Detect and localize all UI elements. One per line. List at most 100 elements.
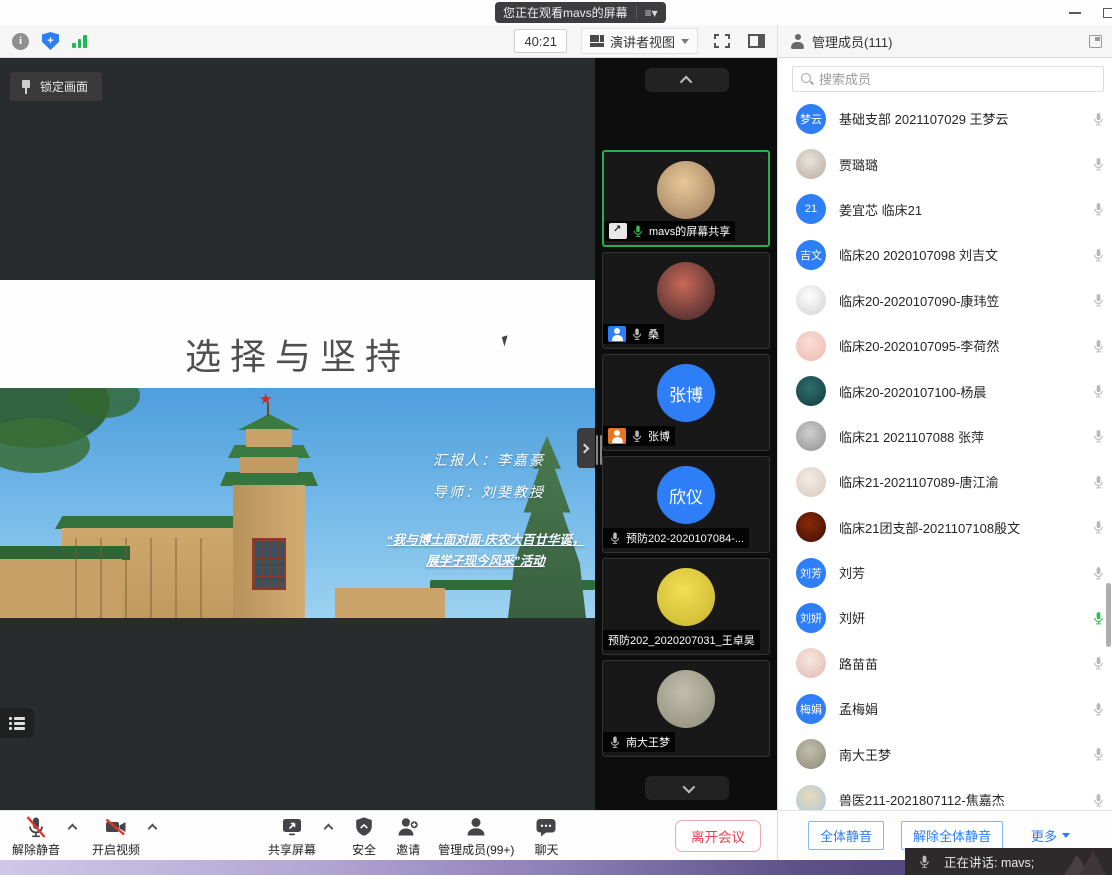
member-name: 路苗苗 (839, 654, 878, 673)
video-tile[interactable]: 欣仪 预防202-2020107084-... (602, 456, 770, 553)
scroll-down-button[interactable] (645, 776, 729, 800)
member-row[interactable]: 南大王梦 (778, 731, 1112, 776)
expand-strip-button[interactable] (577, 428, 595, 468)
avatar (796, 512, 826, 542)
watermark-logo (1064, 851, 1108, 875)
video-tile[interactable]: 张博 张博 (602, 354, 770, 451)
member-row[interactable]: 临床21团支部-2021107108殷文 (778, 505, 1112, 550)
chevron-down-icon (682, 780, 695, 793)
mic-status-icon[interactable] (1091, 474, 1106, 489)
member-row[interactable]: 梦云 基础支部 2021107029 王梦云 (778, 96, 1112, 141)
avatar: 吉文 (796, 240, 826, 270)
member-row[interactable]: 兽医211-2021807112-焦嘉杰 (778, 777, 1112, 810)
share-screen-label: 共享屏幕 (268, 841, 316, 858)
pin-view-label: 锁定画面 (40, 78, 88, 95)
speaking-text: 正在讲话: mavs; (944, 852, 1034, 871)
mic-status-icon[interactable] (1091, 293, 1106, 308)
maximize-icon[interactable] (1103, 8, 1112, 18)
video-tile[interactable]: 桑 (602, 252, 770, 349)
mic-status-icon[interactable] (1091, 247, 1106, 262)
member-name: 临床20-2020107100-杨晨 (839, 382, 986, 401)
mic-icon (608, 531, 622, 545)
manage-members-button[interactable]: 管理成员(99+) (438, 814, 514, 858)
minimize-icon[interactable] (1069, 12, 1081, 14)
video-tile[interactable]: mavs的屏幕共享 (602, 150, 770, 247)
view-mode-dropdown[interactable]: 演讲者视图 (581, 28, 698, 54)
mic-status-icon[interactable] (1091, 157, 1106, 172)
start-video-button[interactable]: 开启视频 (92, 814, 140, 858)
member-row[interactable]: 贾璐璐 (778, 141, 1112, 186)
security-button[interactable]: 安全 (352, 814, 376, 858)
invite-button[interactable]: 邀请 (396, 814, 420, 858)
security-shield-icon (353, 815, 375, 839)
encryption-shield-icon[interactable]: + (42, 32, 59, 50)
mic-status-icon[interactable] (1091, 520, 1106, 535)
fullscreen-icon[interactable] (714, 34, 730, 48)
member-row[interactable]: 刘芳 刘芳 (778, 550, 1112, 595)
mic-status-icon[interactable] (1091, 202, 1106, 217)
members-panel-title: 管理成员(111) (812, 32, 892, 51)
chat-button[interactable]: 聊天 (534, 814, 558, 858)
video-tile[interactable]: 预防202_2020207031_王卓昊 (602, 558, 770, 655)
search-box (792, 66, 1104, 92)
pin-view-button[interactable]: 锁定画面 (10, 72, 102, 101)
connection-quality-icon[interactable] (72, 35, 87, 48)
avatar (796, 785, 826, 810)
mic-status-icon[interactable] (1091, 384, 1106, 399)
unmute-button[interactable]: 解除静音 (12, 814, 60, 858)
member-row[interactable]: 临床21 2021107088 张萍 (778, 414, 1112, 459)
members-panel: 梦云 基础支部 2021107029 王梦云 贾璐璐 (777, 58, 1112, 810)
slide-title-band: 选择与坚持 (0, 280, 595, 388)
more-button[interactable]: 更多 (1031, 826, 1070, 845)
member-row[interactable]: 临床20-2020107090-康玮笠 (778, 278, 1112, 323)
member-row[interactable]: 21 姜宜芯 临床21 (778, 187, 1112, 232)
mic-status-icon[interactable] (1091, 747, 1106, 762)
unmute-all-button[interactable]: 解除全体静音 (901, 821, 1003, 850)
member-name: 南大王梦 (839, 745, 891, 764)
banner-menu-icon[interactable]: ≡▾ (645, 7, 658, 19)
video-tile[interactable]: 南大王梦 (602, 660, 770, 757)
avatar (796, 467, 826, 497)
search-members-input[interactable] (819, 72, 1095, 87)
mic-status-icon[interactable] (1091, 656, 1106, 671)
member-row[interactable]: 临床21-2021107089-唐江渝 (778, 459, 1112, 504)
mute-all-button[interactable]: 全体静音 (808, 821, 884, 850)
avatar (796, 648, 826, 678)
popout-panel-icon[interactable] (1089, 35, 1102, 48)
layout-icon (590, 35, 604, 47)
avatar: 张博 (657, 364, 715, 422)
watching-screen-text: 您正在观看mavs的屏幕 (503, 4, 628, 21)
titlebar: 您正在观看mavs的屏幕 ≡▾ (0, 0, 1112, 25)
video-options-chevron[interactable] (148, 824, 158, 834)
member-row[interactable]: 梅娟 孟梅娟 (778, 686, 1112, 731)
share-options-chevron[interactable] (324, 824, 334, 834)
share-screen-icon (280, 815, 304, 839)
invite-person-icon (396, 815, 420, 839)
mic-status-icon[interactable] (1091, 338, 1106, 353)
member-row[interactable]: 吉文 临床20 2020107098 刘吉文 (778, 232, 1112, 277)
mic-status-icon[interactable] (1091, 429, 1106, 444)
leave-meeting-button[interactable]: 离开会议 (675, 820, 761, 852)
mic-status-icon[interactable] (1091, 565, 1106, 580)
mic-status-icon[interactable] (1091, 792, 1106, 807)
tile-name-label: 预防202-2020107084-... (603, 528, 749, 548)
scrollbar-thumb[interactable] (1106, 583, 1111, 647)
member-row[interactable]: 刘妍 刘妍 (778, 595, 1112, 640)
mic-status-icon[interactable] (1091, 610, 1106, 625)
view-options-button[interactable] (0, 708, 34, 738)
side-panel-toggle-icon[interactable] (748, 34, 765, 48)
mic-options-chevron[interactable] (68, 824, 78, 834)
info-icon[interactable]: i (12, 33, 29, 50)
mic-status-icon[interactable] (1091, 111, 1106, 126)
mic-icon (630, 327, 644, 341)
share-screen-button[interactable]: 共享屏幕 (268, 814, 316, 858)
red-star: ★ (259, 390, 272, 408)
member-row[interactable]: 临床20-2020107095-李荷然 (778, 323, 1112, 368)
avatar: 刘妍 (796, 603, 826, 633)
member-row[interactable]: 路苗苗 (778, 641, 1112, 686)
scroll-up-button[interactable] (645, 68, 729, 92)
member-name: 临床21 2021107088 张萍 (839, 427, 984, 446)
mic-status-icon[interactable] (1091, 701, 1106, 716)
member-row[interactable]: 临床20-2020107100-杨晨 (778, 368, 1112, 413)
content-row: 锁定画面 选择与坚持 (0, 58, 1112, 810)
